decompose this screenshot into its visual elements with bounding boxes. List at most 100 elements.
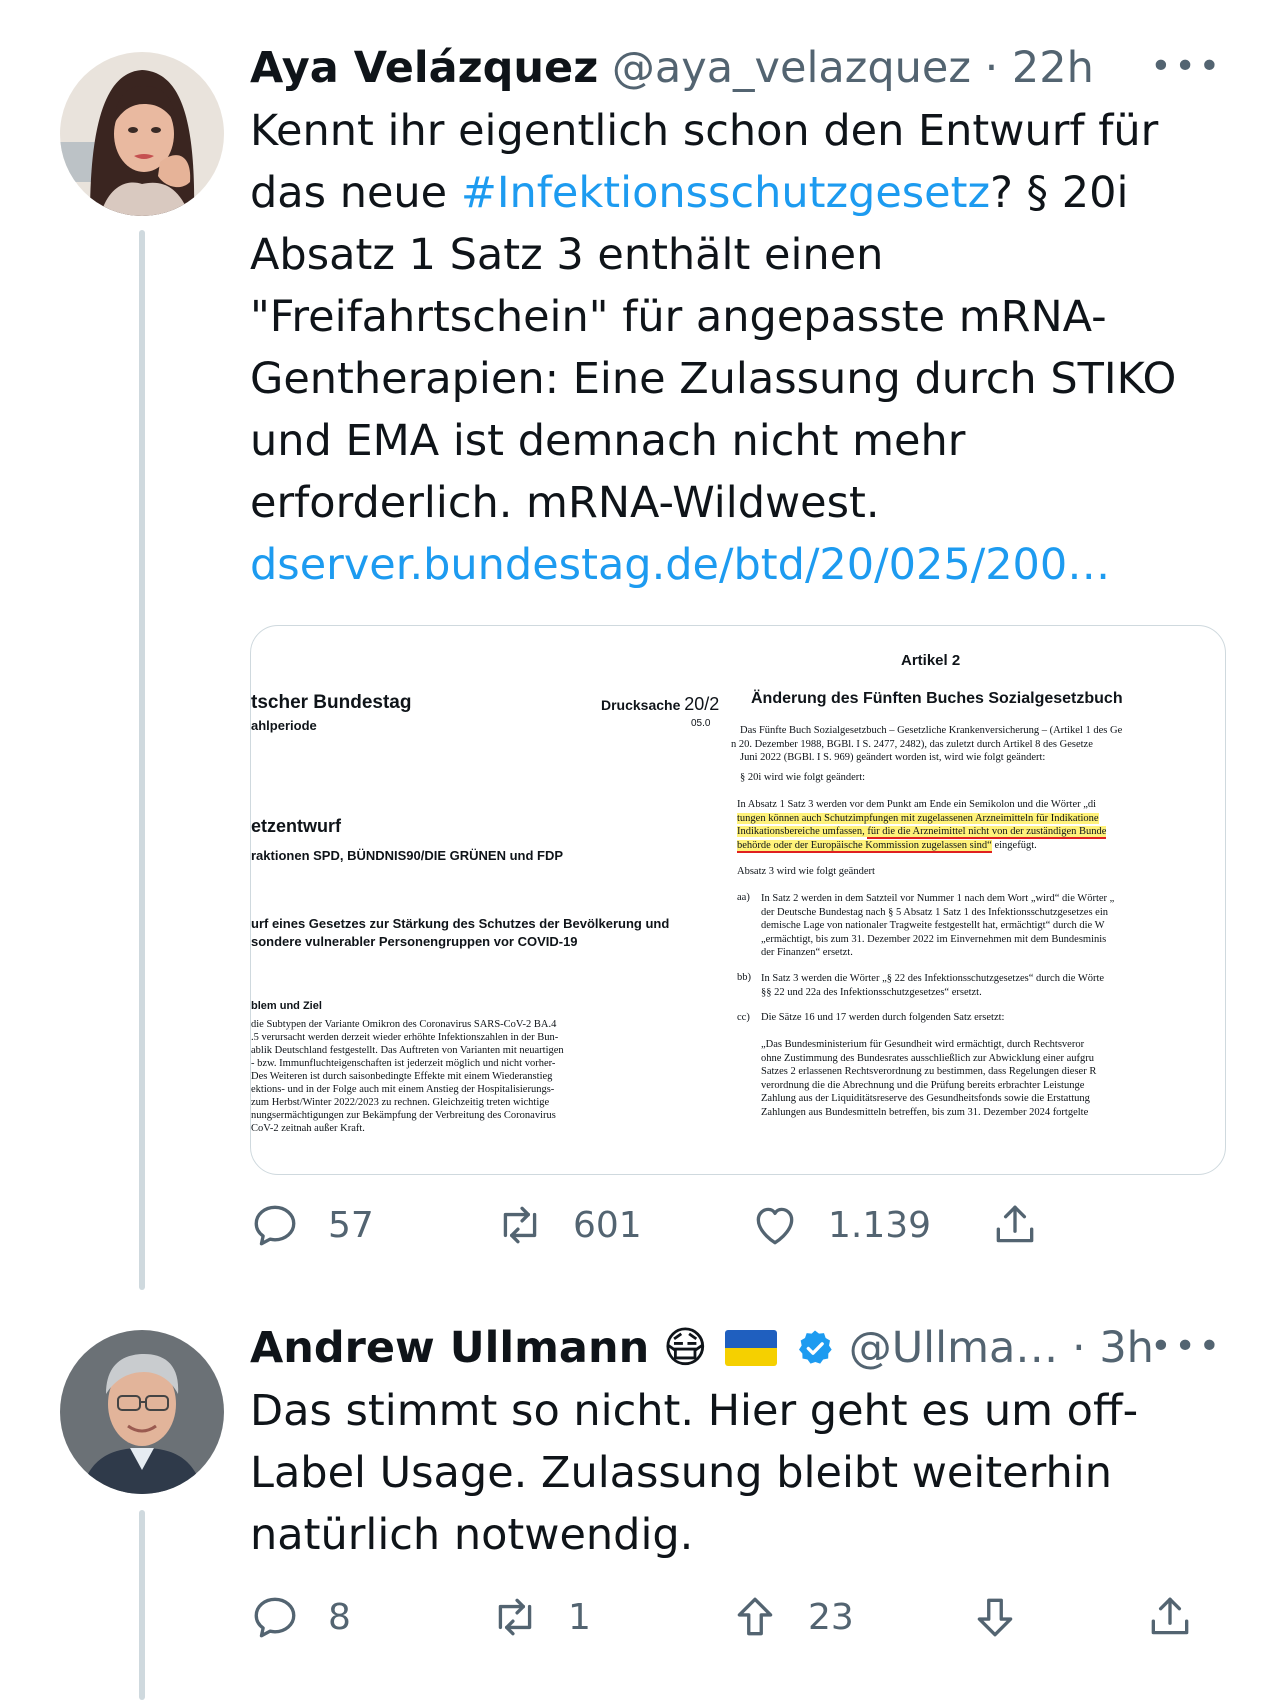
doc-line: der Finanzen“ ersetzt. (761, 947, 853, 958)
doc-cc-quote: „Das Bundesministerium für Gesundheit wi… (761, 1038, 1096, 1119)
share-button[interactable] (1145, 1592, 1223, 1642)
doc-artikel: Artikel 2 (901, 652, 961, 669)
doc-line: §§ 22 und 22a des Infektionsschutzgesetz… (761, 986, 982, 998)
doc-drucksache-label: Drucksache (601, 697, 681, 713)
underlined-text: behörde oder der Europäische Kommission … (737, 839, 992, 853)
tweet1-actions: 57 601 1.139 (250, 1200, 1180, 1260)
doc-line: Zahlung aus der Liquiditätsreserve des G… (761, 1093, 1090, 1104)
retweet-count: 601 (573, 1204, 642, 1246)
doc-intro: Das Fünfte Buch Sozialgesetzbuch – Geset… (731, 724, 1122, 765)
ukraine-flag-icon (725, 1330, 778, 1366)
doc-cc-label: cc) (737, 1012, 750, 1023)
doc-problem-heading: blem und Ziel (251, 1000, 322, 1012)
doc-line: Des Weiteren ist durch saisonbedingte Ef… (251, 1071, 553, 1082)
tweet-text-part: ? § 20i Absatz 1 Satz 3 enthält einen "F… (250, 168, 1177, 528)
underlined-text: für die die Arzneimittel nicht von der z… (867, 826, 1107, 839)
share-icon (996, 1205, 1034, 1243)
author-handle[interactable]: @aya_velazquez (612, 43, 971, 93)
tweet2-header: Andrew Ullmann 😷 @Ullma… · 3h (250, 1322, 1154, 1380)
like-count: 1.139 (828, 1204, 932, 1246)
doc-line: demische Lage von nationaler Tragweite f… (761, 920, 1105, 931)
upvote-button[interactable]: 23 (730, 1592, 854, 1642)
tweet-time[interactable]: · 22h (985, 43, 1094, 93)
url-link[interactable]: dserver.bundestag.de/btd/20/025/200… (250, 540, 1110, 590)
more-options-icon[interactable]: ••• (1150, 46, 1223, 87)
author-name[interactable]: Andrew Ullmann (250, 1323, 649, 1373)
doc-line: ablik Deutschland festgestellt. Das Auft… (251, 1045, 564, 1056)
like-button[interactable]: 1.139 (750, 1200, 931, 1250)
doc-line: In Absatz 1 Satz 3 werden vor dem Punkt … (737, 799, 1097, 810)
doc-bb-text: In Satz 3 werden die Wörter „§ 22 des In… (761, 972, 1104, 999)
doc-p20i: § 20i wird wie folgt geändert: (740, 772, 866, 783)
reply-button[interactable]: 8 (250, 1592, 351, 1642)
avatar[interactable] (60, 52, 224, 216)
doc-a-text: In Absatz 1 Satz 3 werden vor dem Punkt … (737, 798, 1107, 853)
doc-line: ohne Zustimmung des Bundesrates ausschli… (761, 1052, 1095, 1064)
doc-line: ektions- und in der Folge auch mit einem… (251, 1084, 555, 1095)
doc-line: eingefügt. (991, 839, 1037, 851)
doc-line: verordnung die die Abrechnung und die Pr… (761, 1079, 1085, 1091)
reply-icon (254, 1205, 296, 1246)
highlighted-text: Indikationsbereiche umfassen, (737, 826, 868, 837)
doc-drucksache: Drucksache 20/2 (601, 694, 719, 715)
doc-line: nungsermächtigungen zur Bekämpfung der V… (251, 1110, 556, 1121)
doc-line: zum Herbst/Winter 2022/2023 zu rechnen. … (251, 1097, 550, 1108)
arrow-down-icon (977, 1598, 1013, 1637)
doc-line: der Deutsche Bundestag nach § 5 Absatz 1… (761, 906, 1108, 918)
tweet2-text: Das stimmt so nicht. Hier geht es um off… (250, 1386, 1139, 1560)
doc-problem-text: die Subtypen der Variante Omikron des Co… (251, 1018, 564, 1135)
doc-drucksache-number: 20/2 (684, 694, 720, 714)
doc-line: In Satz 3 werden die Wörter „§ 22 des In… (761, 973, 1105, 984)
tweet1-text: Kennt ihr eigentlich schon den Entwurf f… (250, 100, 1230, 596)
retweet-button[interactable]: 601 (495, 1200, 642, 1250)
heart-icon (756, 1207, 794, 1245)
doc-line: n 20. Dezember 1988, BGBl. I S. 2477, 24… (731, 738, 1093, 750)
doc-line: Satzes 2 erlassenen Rechtsverordnung zu … (761, 1066, 1097, 1077)
mask-emoji-icon: 😷 (662, 1323, 708, 1373)
doc-b-text: Absatz 3 wird wie folgt geändert (737, 866, 875, 877)
doc-line: die Subtypen der Variante Omikron des Co… (251, 1019, 557, 1030)
retweet-icon (498, 1598, 532, 1636)
tweet2-actions: 8 1 23 (250, 1592, 1189, 1652)
doc-right-heading: Änderung des Fünften Buches Sozialgesetz… (751, 690, 1123, 707)
highlighted-text: tungen können auch Schutzimpfungen mit z… (737, 812, 1099, 824)
thread-line-lower (139, 1510, 145, 1700)
verified-badge-icon (795, 1328, 835, 1380)
author-handle[interactable]: @Ullma… (849, 1323, 1059, 1373)
reply-count: 8 (328, 1596, 351, 1638)
share-button[interactable] (990, 1200, 1068, 1250)
reply-count: 57 (328, 1204, 374, 1246)
doc-entwurf-line: sondere vulnerabler Personengruppen vor … (251, 934, 578, 949)
thread-line-upper (139, 230, 145, 1290)
doc-period: ahlperiode (251, 718, 317, 733)
doc-date: 05.0 (691, 718, 711, 729)
doc-line: Zahlungen aus Bundesmitteln betreffen, b… (761, 1106, 1089, 1118)
tweet1-header: Aya Velázquez @aya_velazquez · 22h (250, 42, 1094, 94)
author-name[interactable]: Aya Velázquez (250, 43, 598, 93)
more-options-icon[interactable]: ••• (1150, 1326, 1223, 1367)
reply-icon (254, 1597, 296, 1638)
doc-line: Das Fünfte Buch Sozialgesetzbuch – Geset… (740, 725, 1123, 736)
avatar[interactable] (60, 1330, 224, 1494)
doc-line: CoV-2 zeitnah außer Kraft. (251, 1123, 365, 1134)
retweet-count: 1 (568, 1596, 591, 1638)
document-image[interactable]: tscher Bundestag Drucksache 20/2 ahlperi… (250, 625, 1226, 1175)
doc-entwurf-line: urf eines Gesetzes zur Stärkung des Schu… (251, 916, 670, 931)
doc-line: - bzw. Immunfluchteigenschaften ist jede… (251, 1058, 556, 1069)
doc-fraktionen: raktionen SPD, BÜNDNIS90/DIE GRÜNEN und … (251, 848, 564, 863)
hashtag-link[interactable]: #Infektionsschutzgesetz (461, 168, 990, 218)
reply-button[interactable]: 57 (250, 1200, 374, 1250)
downvote-button[interactable] (970, 1592, 1048, 1642)
upvote-count: 23 (808, 1596, 854, 1638)
tweet-time[interactable]: · 3h (1072, 1323, 1154, 1373)
doc-title: tscher Bundestag (251, 692, 412, 713)
avatar-andrew-image (60, 1330, 224, 1494)
retweet-button[interactable]: 1 (490, 1592, 591, 1642)
arrow-up-icon (737, 1597, 773, 1636)
doc-line: .5 verursacht werden derzeit wieder erhö… (251, 1032, 559, 1043)
doc-bb-label: bb) (737, 972, 751, 983)
avatar-aya-image (60, 52, 224, 216)
doc-line: „ermächtigt, bis zum 31. Dezember 2022 i… (761, 933, 1107, 945)
share-icon (1151, 1597, 1189, 1635)
doc-line: „Das Bundesministerium für Gesundheit wi… (761, 1039, 1085, 1050)
